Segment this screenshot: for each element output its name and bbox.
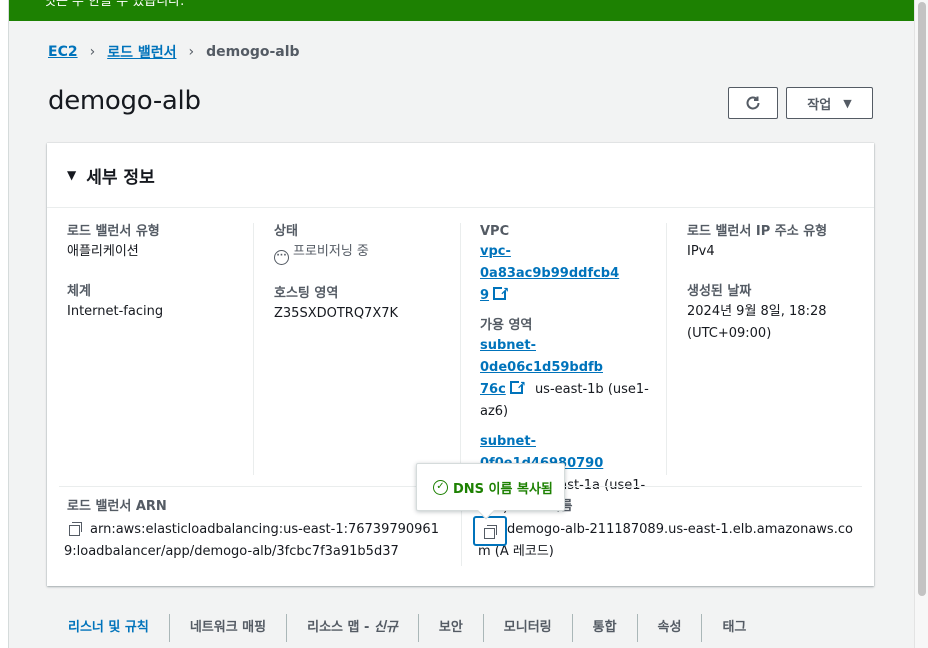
details-col-4: 로드 밸런서 IP 주소 유형 IPv4 생성된 날짜 2024년 9월 8일,… bbox=[687, 223, 867, 345]
chevron-right-icon: › bbox=[188, 44, 195, 60]
arn-value: arn:aws:elasticloadbalancing:us-east-1:7… bbox=[64, 519, 452, 563]
breadcrumb-load-balancers[interactable]: 로드 밸런서 bbox=[107, 42, 176, 62]
scheme-value: Internet-facing bbox=[67, 304, 164, 319]
details-col-2: 상태 ··· 프로비저닝 중 호스팅 영역 Z35SXDOTRQ7X7K bbox=[274, 223, 459, 325]
chevron-right-icon: › bbox=[89, 44, 96, 60]
copy-icon bbox=[483, 524, 497, 539]
scrollbar-thumb[interactable] bbox=[918, 2, 926, 596]
copy-icon[interactable] bbox=[69, 522, 82, 536]
lb-type-label: 로드 밸런서 유형 bbox=[67, 224, 160, 239]
tab-resource-map[interactable]: 리소스 맵 - 신규 bbox=[287, 614, 419, 642]
scheme-label: 체계 bbox=[67, 284, 91, 299]
created-value-line1: 2024년 9월 8일, 18:28 bbox=[687, 304, 827, 319]
caret-down-icon: ▼ bbox=[67, 168, 77, 182]
arn-section: 로드 밸런서 ARN arn:aws:elasticloadbalancing:… bbox=[64, 498, 452, 563]
tab-listeners[interactable]: 리스너 및 규칙 bbox=[48, 614, 170, 642]
dns-line2: m (A 레코드) bbox=[478, 544, 554, 559]
column-divider bbox=[460, 223, 461, 475]
ip-type-value: IPv4 bbox=[687, 244, 715, 259]
details-col-1: 로드 밸런서 유형 애플리케이션 체계 Internet-facing bbox=[67, 223, 252, 323]
arn-line1: arn:aws:elasticloadbalancing:us-east-1:7… bbox=[90, 522, 439, 537]
details-header[interactable]: ▼ 세부 정보 bbox=[47, 143, 874, 208]
vpc-link[interactable]: vpc-0a83ac9b99ddfcb4 9 bbox=[480, 241, 650, 307]
window-left-edge bbox=[0, 0, 9, 648]
scrollbar[interactable] bbox=[914, 0, 928, 648]
actions-label: 작업 bbox=[807, 97, 832, 113]
created-value-line2: (UTC+09:00) bbox=[687, 326, 772, 341]
main-content: 잇는 수 한을 수 있습니다. EC2 › 로드 밸런서 › demogo-al… bbox=[9, 0, 914, 648]
copy-dns-button[interactable] bbox=[473, 516, 507, 546]
check-circle-icon: ✓ bbox=[433, 479, 448, 495]
success-flash-bar: 잇는 수 한을 수 있습니다. bbox=[9, 0, 914, 21]
external-link-icon bbox=[493, 281, 509, 303]
subnet-1-az: us-east-1b (use1- bbox=[534, 382, 649, 397]
breadcrumb: EC2 › 로드 밸런서 › demogo-alb bbox=[48, 42, 300, 62]
az-label: 가용 영역 bbox=[480, 318, 533, 333]
refresh-button[interactable] bbox=[728, 87, 778, 119]
tab-tags[interactable]: 태그 bbox=[702, 614, 766, 642]
ip-type-label: 로드 밸런서 IP 주소 유형 bbox=[687, 224, 828, 239]
external-link-icon bbox=[509, 375, 526, 397]
tab-attributes[interactable]: 속성 bbox=[638, 614, 703, 642]
popover-text: DNS 이름 복사됨 bbox=[453, 481, 553, 497]
subnet-1-line1[interactable]: subnet-0de06c1d59bdfb bbox=[480, 338, 603, 375]
caret-down-icon: ▼ bbox=[843, 96, 852, 110]
vpc-id-line1[interactable]: vpc-0a83ac9b99ddfcb4 bbox=[480, 244, 619, 281]
tab-resource-map-label: 리소스 맵 - bbox=[307, 620, 374, 635]
new-badge: 신규 bbox=[373, 620, 398, 635]
column-divider bbox=[666, 223, 667, 475]
lb-type-value: 애플리케이션 bbox=[67, 244, 139, 259]
copied-popover: ✓ DNS 이름 복사됨 bbox=[416, 463, 565, 520]
arn-line2: 9:loadbalancer/app/demogo-alb/3fcbc7f3a9… bbox=[64, 544, 399, 559]
dns-value: demogo-alb-211187089.us-east-1.elb.amazo… bbox=[473, 519, 868, 563]
breadcrumb-ec2[interactable]: EC2 bbox=[48, 44, 78, 60]
status-label: 상태 bbox=[274, 224, 298, 239]
tab-integrations[interactable]: 통합 bbox=[573, 614, 638, 642]
details-panel: ▼ 세부 정보 로드 밸런서 유형 애플리케이션 체계 Internet-fac… bbox=[47, 143, 874, 586]
tab-bar: 리스너 및 규칙 네트워크 매핑 리소스 맵 - 신규 보안 모니터링 통합 속… bbox=[48, 608, 766, 648]
status-text: 프로비저닝 중 bbox=[293, 244, 369, 259]
refresh-icon bbox=[746, 96, 760, 110]
hosted-zone-value: Z35SXDOTRQ7X7K bbox=[274, 306, 399, 321]
tab-network-mapping[interactable]: 네트워크 매핑 bbox=[170, 614, 288, 642]
breadcrumb-current: demogo-alb bbox=[206, 44, 300, 60]
subnet-1-line2[interactable]: 76c bbox=[480, 382, 506, 397]
vpc-id-line2[interactable]: 9 bbox=[480, 288, 489, 303]
tab-monitoring[interactable]: 모니터링 bbox=[484, 614, 573, 642]
page-title: demogo-alb bbox=[48, 86, 201, 116]
status-value: ··· 프로비저닝 중 bbox=[274, 241, 459, 265]
subnet-1: subnet-0de06c1d59bdfb 76c us-east-1b (us… bbox=[480, 335, 650, 423]
tab-security[interactable]: 보안 bbox=[419, 614, 484, 642]
flash-text: 잇는 수 한을 수 있습니다. bbox=[44, 0, 185, 9]
column-divider bbox=[253, 223, 254, 475]
arn-label: 로드 밸런서 ARN bbox=[67, 499, 167, 514]
dns-line1: demogo-alb-211187089.us-east-1.elb.amazo… bbox=[507, 522, 853, 537]
pending-icon: ··· bbox=[274, 250, 289, 265]
created-label: 생성된 날짜 bbox=[687, 284, 752, 299]
actions-button[interactable]: 작업 ▼ bbox=[786, 87, 873, 119]
details-title: 세부 정보 bbox=[86, 167, 155, 188]
subnet-1-az-cont: az6) bbox=[480, 404, 509, 419]
vpc-label: VPC bbox=[480, 224, 510, 239]
hosted-zone-label: 호스팅 영역 bbox=[274, 286, 339, 301]
